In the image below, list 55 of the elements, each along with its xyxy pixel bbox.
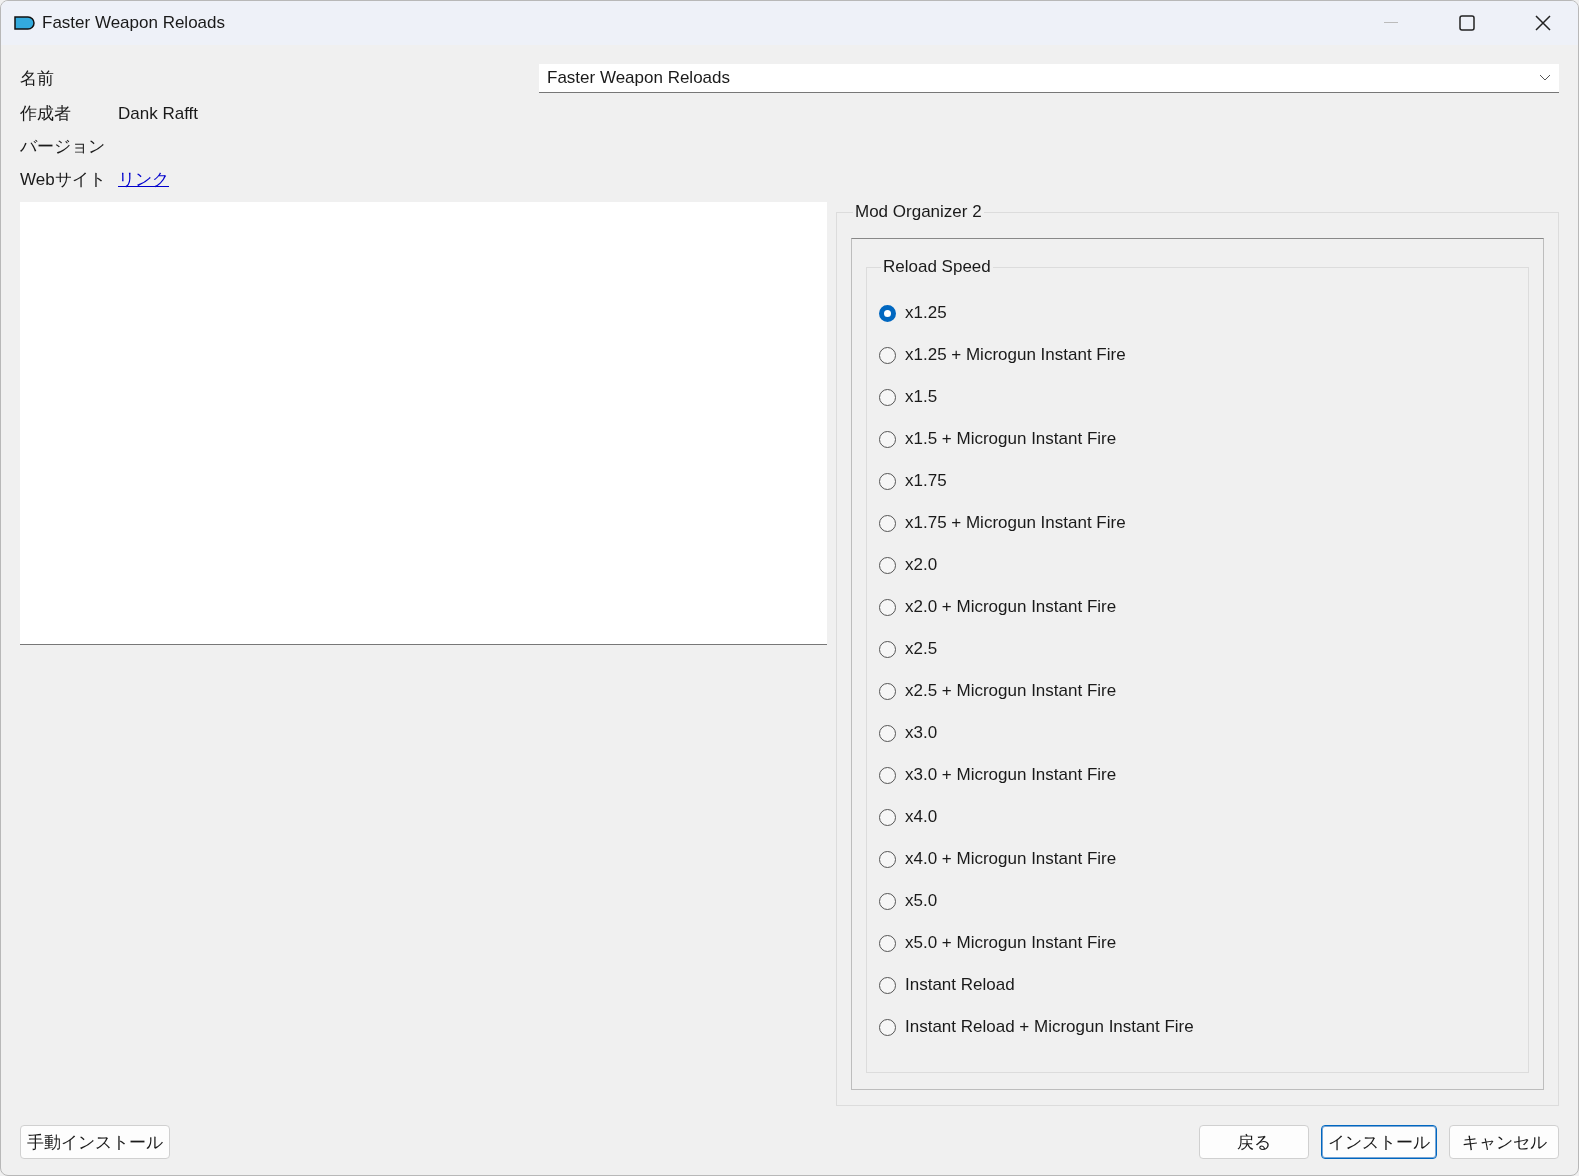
name-combobox[interactable]: Faster Weapon Reloads xyxy=(539,63,1559,93)
radio-button[interactable] xyxy=(879,766,896,784)
option-label[interactable]: Instant Reload xyxy=(905,975,1015,995)
group-title: Reload Speed xyxy=(882,257,992,277)
radio-button[interactable] xyxy=(879,724,896,742)
chevron-down-icon xyxy=(1539,74,1551,81)
option-label[interactable]: x2.5 xyxy=(905,639,938,659)
manual-install-button[interactable]: 手動インストール xyxy=(20,1125,170,1159)
radio-button[interactable] xyxy=(879,472,896,490)
field-label: 名前 xyxy=(20,67,55,90)
option-label[interactable]: x1.75 xyxy=(905,471,947,491)
maximize-icon xyxy=(1459,15,1475,31)
radio-button[interactable] xyxy=(879,976,896,994)
group-title: Mod Organizer 2 xyxy=(854,202,983,222)
website-link[interactable]: リンク xyxy=(118,168,169,191)
radio-button[interactable] xyxy=(879,304,896,322)
close-icon xyxy=(1535,15,1551,31)
option-label[interactable]: x2.0 + Microgun Instant Fire xyxy=(905,597,1117,617)
radio-button[interactable] xyxy=(879,598,896,616)
field-label: 作成者 xyxy=(20,103,72,125)
dialog-button[interactable]: キャンセル xyxy=(1449,1125,1559,1159)
radio-button[interactable] xyxy=(879,556,896,574)
radio-button[interactable] xyxy=(879,892,896,910)
minimize-icon xyxy=(1384,22,1398,24)
window-title: Faster Weapon Reloads xyxy=(42,13,226,33)
app-icon xyxy=(14,16,36,30)
option-label[interactable]: x1.5 xyxy=(905,387,938,407)
option-label[interactable]: x5.0 xyxy=(905,891,938,911)
option-label[interactable]: x5.0 + Microgun Instant Fire xyxy=(905,933,1117,953)
radio-button[interactable] xyxy=(879,934,896,952)
dialog-button[interactable]: 戻る xyxy=(1199,1125,1309,1159)
option-label[interactable]: x2.5 + Microgun Instant Fire xyxy=(905,681,1117,701)
option-label[interactable]: x1.25 xyxy=(905,303,947,323)
author-value: Dank Rafft xyxy=(118,103,198,124)
option-label[interactable]: x1.75 + Microgun Instant Fire xyxy=(905,513,1126,533)
radio-button[interactable] xyxy=(879,346,896,364)
radio-button[interactable] xyxy=(879,640,896,658)
dialog-button[interactable]: インストール xyxy=(1321,1125,1437,1159)
option-label[interactable]: x3.0 + Microgun Instant Fire xyxy=(905,765,1117,785)
radio-button[interactable] xyxy=(879,514,896,532)
option-label[interactable]: x4.0 + Microgun Instant Fire xyxy=(905,849,1117,869)
option-label[interactable]: x1.5 + Microgun Instant Fire xyxy=(905,429,1117,449)
field-label: バージョン xyxy=(20,136,106,158)
radio-button[interactable] xyxy=(879,430,896,448)
radio-button[interactable] xyxy=(879,388,896,406)
option-label[interactable]: x3.0 xyxy=(905,723,938,743)
option-label[interactable]: x1.25 + Microgun Instant Fire xyxy=(905,345,1126,365)
field-label: Webサイト xyxy=(20,169,107,191)
radio-button[interactable] xyxy=(879,808,896,826)
radio-button[interactable] xyxy=(879,682,896,700)
radio-button[interactable] xyxy=(879,850,896,868)
option-label[interactable]: Instant Reload + Microgun Instant Fire xyxy=(905,1017,1194,1037)
option-label[interactable]: x2.0 xyxy=(905,555,938,575)
radio-button[interactable] xyxy=(879,1018,896,1036)
option-label[interactable]: x4.0 xyxy=(905,807,938,827)
